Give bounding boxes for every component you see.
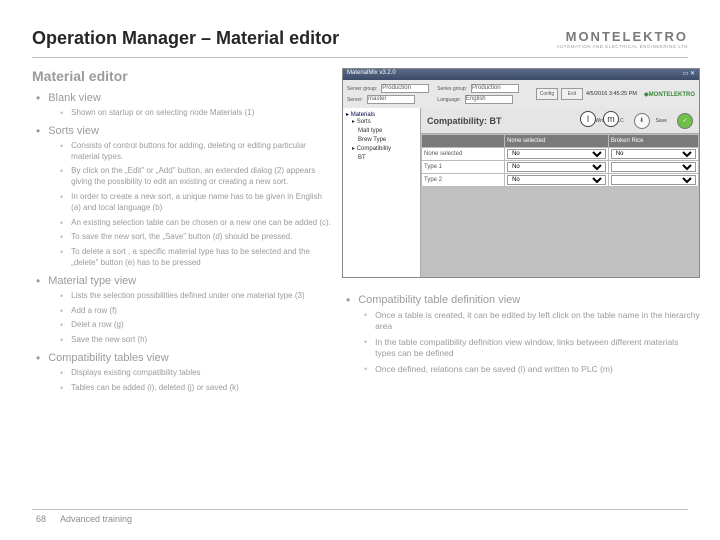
download-icon: ⬇ xyxy=(639,117,644,124)
window-titlebar: MaterialMix v3.2.0 ▭ ✕ xyxy=(343,69,699,80)
list-item: Displays existing compatibility tables xyxy=(71,368,200,379)
tree-node[interactable]: ▸ Compatibility xyxy=(352,145,417,154)
tree-root[interactable]: ▸ Materials xyxy=(346,111,417,118)
check-icon: ✓ xyxy=(682,117,687,124)
list-item: To delete a sort , a specific material t… xyxy=(71,247,332,269)
list-item: By click on the „Edit" or „Add" button, … xyxy=(71,166,332,188)
cell-select[interactable]: No xyxy=(507,149,606,159)
group-heading: Sorts view xyxy=(48,125,99,137)
list-item: Add a row (f) xyxy=(71,306,117,317)
cell-select[interactable] xyxy=(611,175,696,185)
brand-logo: MONTELEKTRO AUTOMATION AND ELECTRICAL EN… xyxy=(556,29,688,49)
window-controls-icon[interactable]: ▭ ✕ xyxy=(683,70,695,79)
server-group-label: Server group: xyxy=(347,86,377,92)
group-heading: Material type view xyxy=(48,275,136,287)
col-header: Broken Rice xyxy=(608,135,698,148)
list-item: Consists of control buttons for adding, … xyxy=(71,141,332,163)
top-toolbar: Server group: Production Server: master Se… xyxy=(343,80,699,108)
row-name: None selected xyxy=(422,148,505,161)
group-heading: Compatibility tables view xyxy=(48,352,168,364)
callout-m: m xyxy=(603,111,619,127)
window-title: MaterialMix v3.2.0 xyxy=(347,70,396,79)
right-column: MaterialMix v3.2.0 ▭ ✕ Server group: Prod… xyxy=(342,68,700,498)
tree-node[interactable]: Malt type xyxy=(358,127,417,136)
tree-node[interactable]: ▸ Sorts xyxy=(352,118,417,127)
callout-l: l xyxy=(580,111,596,127)
row-name: Type 1 xyxy=(422,161,505,174)
list-item: Once defined, relations can be saved (l)… xyxy=(375,364,613,375)
footer-divider xyxy=(32,509,688,510)
tree-panel[interactable]: ▸ Materials ▸ Sorts Malt type Brew Type … xyxy=(343,108,421,277)
save-label: Save xyxy=(656,118,667,124)
server-group-combo[interactable]: Production xyxy=(381,84,429,93)
series-group-combo[interactable]: Production xyxy=(471,84,519,93)
empty-area xyxy=(421,187,699,277)
logo-text: MONTELEKTRO xyxy=(556,29,688,44)
datetime-label: 4/5/2016 3:45:25 PM xyxy=(586,91,637,97)
group-heading: Blank view xyxy=(48,92,101,104)
list-item: To save the new sort, the „Save" button … xyxy=(71,232,292,243)
list-item: Shown on startup or on selecting node Ma… xyxy=(71,108,254,119)
tree-node[interactable]: Brew Type xyxy=(358,136,417,145)
language-label: Language: xyxy=(437,97,461,103)
mini-logo: ◆MONTELEKTRO xyxy=(644,91,695,98)
server-label: Server: xyxy=(347,97,363,103)
list-item: Tables can be added (i), deleted (j) or … xyxy=(71,383,239,394)
cell-select[interactable] xyxy=(611,162,696,172)
cell-select[interactable]: No xyxy=(611,149,696,159)
list-item: In the table compatibility definition vi… xyxy=(375,337,700,360)
list-item: Lists the selection possibilities define… xyxy=(71,291,304,302)
series-group-label: Series group: xyxy=(437,86,467,92)
footer-label: Advanced training xyxy=(60,514,132,524)
row-name: Type 2 xyxy=(422,174,505,187)
write-plc-button[interactable]: ⬇ xyxy=(634,113,650,129)
app-window: MaterialMix v3.2.0 ▭ ✕ Server group: Prod… xyxy=(342,68,700,278)
cell-select[interactable]: No xyxy=(507,175,606,185)
compat-table: None selectedBroken Rice None selectedNo… xyxy=(421,134,699,187)
section-heading: Material editor xyxy=(32,68,332,84)
slide-title: Operation Manager – Material editor xyxy=(32,28,339,49)
cell-select[interactable]: No xyxy=(507,162,606,172)
list-item: An existing selection table can be chose… xyxy=(71,218,331,229)
left-column: Material editor Blank view Shown on star… xyxy=(32,68,332,498)
logo-subtext: AUTOMATION AND ELECTRICAL ENGINEERING LT… xyxy=(556,44,688,49)
list-item: Save the new sort (h) xyxy=(71,335,147,346)
col-header: None selected xyxy=(505,135,609,148)
page-number: 68 xyxy=(36,514,46,524)
right-heading: Compatibility table definition view xyxy=(358,294,520,306)
list-item: In order to create a new sort, a unique … xyxy=(71,192,332,214)
tree-node[interactable]: BT xyxy=(358,154,417,163)
list-item: Delet a row (g) xyxy=(71,320,123,331)
list-item: Once a table is created, it can be edite… xyxy=(375,310,700,333)
compat-heading: Compatibility: BT xyxy=(427,116,502,126)
config-button[interactable]: Config xyxy=(536,88,558,100)
language-combo[interactable]: English xyxy=(465,95,513,104)
save-button[interactable]: ✓ xyxy=(677,113,693,129)
exit-button[interactable]: Exit xyxy=(561,88,583,100)
server-combo[interactable]: master xyxy=(367,95,415,104)
